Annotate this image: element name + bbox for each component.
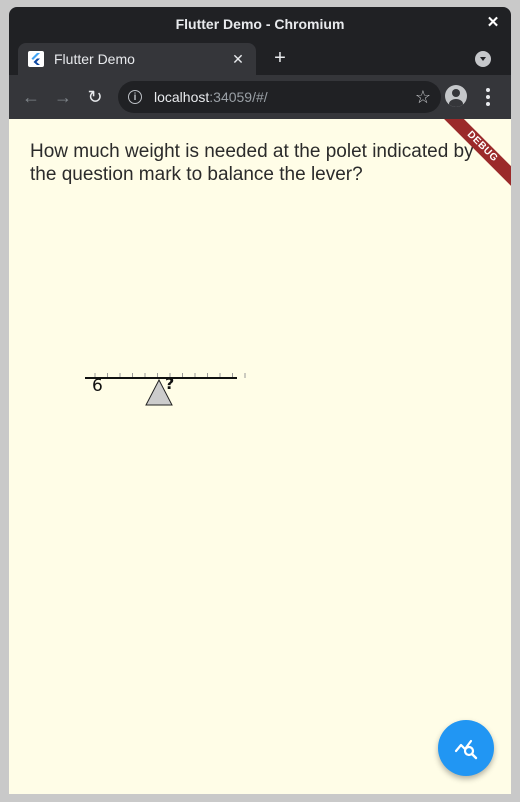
window-title: Flutter Demo - Chromium bbox=[175, 16, 345, 32]
reload-icon[interactable]: ↻ bbox=[85, 87, 105, 107]
analytics-search-icon bbox=[454, 739, 478, 760]
flutter-icon bbox=[28, 51, 44, 67]
new-tab-icon[interactable]: + bbox=[269, 47, 291, 69]
analytics-fab-button[interactable] bbox=[438, 720, 494, 776]
url-path: :34059/#/ bbox=[209, 89, 268, 105]
window-close-icon[interactable]: ✕ bbox=[483, 13, 503, 33]
bookmark-star-icon[interactable]: ☆ bbox=[415, 87, 431, 108]
forward-icon[interactable]: → bbox=[53, 87, 73, 107]
unknown-weight-label: ? bbox=[165, 374, 174, 393]
url-host: localhost bbox=[154, 89, 210, 105]
browser-window: Flutter Demo - Chromium ✕ Flutter Demo ✕… bbox=[9, 7, 511, 794]
browser-toolbar: ← → ↻ i localhost:34059/#/ ☆ bbox=[9, 75, 511, 119]
tab-search-icon[interactable] bbox=[475, 51, 491, 67]
back-icon[interactable]: ← bbox=[21, 87, 41, 107]
tab-flutter-demo[interactable]: Flutter Demo ✕ bbox=[18, 43, 256, 75]
url-text[interactable]: localhost:34059/#/ bbox=[154, 89, 415, 105]
lever-diagram: 6 ? bbox=[85, 373, 246, 406]
title-bar: Flutter Demo - Chromium ✕ bbox=[9, 7, 511, 41]
profile-icon[interactable] bbox=[445, 85, 467, 107]
left-weight-label: 6 bbox=[92, 376, 103, 396]
flutter-app-content: How much weight is needed at the polet i… bbox=[9, 119, 511, 794]
address-bar[interactable]: i localhost:34059/#/ ☆ bbox=[118, 81, 441, 113]
tab-title: Flutter Demo bbox=[54, 51, 135, 67]
browser-menu-icon[interactable] bbox=[479, 85, 497, 109]
tab-close-icon[interactable]: ✕ bbox=[230, 51, 246, 68]
tab-strip: Flutter Demo ✕ + bbox=[9, 41, 511, 75]
site-info-icon[interactable]: i bbox=[128, 90, 142, 104]
